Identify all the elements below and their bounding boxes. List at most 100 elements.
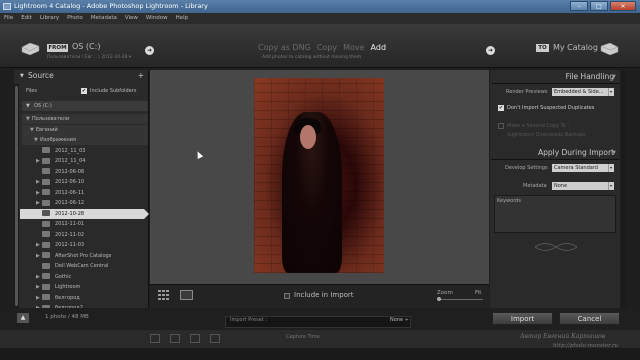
folder-label: 2012-11-01 bbox=[55, 221, 85, 227]
folder-label: 2012-06-10 bbox=[55, 179, 85, 185]
menu-window[interactable]: Window bbox=[146, 13, 168, 24]
menu-help[interactable]: Help bbox=[176, 13, 189, 24]
folder-label: 2012-06-11 bbox=[55, 189, 85, 196]
keywords-label: Keywords bbox=[497, 198, 521, 204]
zoom-slider-thumb[interactable] bbox=[437, 297, 441, 301]
dont-import-duplicates-checkbox[interactable]: ✔ bbox=[498, 105, 504, 111]
mode-move[interactable]: Move bbox=[343, 43, 364, 52]
folder-row[interactable]: 2012-10-28 bbox=[36, 209, 84, 219]
source-scrollbar[interactable] bbox=[14, 84, 19, 308]
render-previews-select[interactable]: Embedded & Side... ▾ bbox=[552, 88, 614, 96]
filmstrip-survey-icon[interactable] bbox=[210, 334, 220, 343]
folder-row[interactable]: ▶ белгород bbox=[36, 293, 80, 303]
folder-row[interactable]: ▶ Gothic bbox=[36, 272, 71, 282]
arrow-right-icon: ➜ bbox=[486, 46, 495, 55]
window-controls: – □ ✕ bbox=[570, 1, 636, 12]
catalog-drive-icon bbox=[600, 42, 619, 56]
menu-library[interactable]: Library bbox=[40, 13, 59, 24]
folder-row[interactable]: ▶ 2012-06-10 bbox=[36, 177, 84, 187]
folder-label: 2012-06-08 bbox=[55, 168, 85, 175]
loupe-view-icon[interactable] bbox=[180, 290, 193, 300]
render-previews-label: Render Previews bbox=[506, 89, 548, 95]
import-preset-select[interactable]: None ÷ bbox=[390, 317, 409, 323]
develop-settings-label: Develop Settings bbox=[505, 165, 548, 171]
folder-row[interactable]: ▶ 2012-11-03 bbox=[36, 240, 84, 250]
filmstrip-sort-label[interactable]: Capture Time bbox=[286, 334, 320, 340]
import-mode-tabs: Copy as DNG Copy Move Add bbox=[258, 43, 386, 52]
right-scrollbar[interactable] bbox=[621, 70, 626, 308]
file-handling-header[interactable]: File Handling bbox=[0, 72, 614, 81]
folder-icon bbox=[42, 157, 50, 164]
folder-row[interactable]: 2012-11-02 bbox=[36, 230, 84, 240]
mode-copy-as-dng[interactable]: Copy as DNG bbox=[258, 43, 311, 52]
folder-label: AfterShot Pro Catalogs bbox=[55, 252, 112, 259]
folder-icon bbox=[42, 168, 50, 174]
dont-import-duplicates-label: Don't Import Suspected Duplicates bbox=[507, 105, 595, 111]
folder-label: Пользователи bbox=[32, 116, 70, 122]
import-button[interactable]: Import bbox=[492, 312, 553, 325]
files-label: Files bbox=[26, 88, 37, 94]
mode-description: Add photos to catalog without moving the… bbox=[262, 55, 362, 60]
from-badge: FROM bbox=[47, 44, 68, 52]
filmstrip-grid-icon[interactable] bbox=[150, 334, 160, 343]
menu-view[interactable]: View bbox=[125, 13, 138, 24]
window-title: Lightroom 4 Catalog - Adobe Photoshop Li… bbox=[14, 2, 208, 10]
mode-copy[interactable]: Copy bbox=[317, 43, 337, 52]
grid-view-icon[interactable] bbox=[158, 290, 170, 300]
path-row[interactable]: ▼ Пользователи bbox=[26, 114, 69, 124]
zoom-slider[interactable] bbox=[437, 299, 483, 300]
source-selector[interactable]: OS (C:) bbox=[72, 42, 100, 51]
folder-icon bbox=[42, 189, 50, 195]
selected-folder-pointer bbox=[144, 208, 149, 219]
maximize-button[interactable]: □ bbox=[590, 1, 608, 11]
collapse-triangle-icon: ▼ bbox=[612, 74, 616, 80]
include-in-import-checkbox[interactable] bbox=[284, 293, 290, 299]
mode-add[interactable]: Add bbox=[371, 43, 387, 52]
menu-metadata[interactable]: Metadata bbox=[91, 13, 117, 24]
cancel-button[interactable]: Cancel bbox=[559, 312, 620, 325]
drive-label: OS (C:) bbox=[34, 103, 52, 109]
folder-row[interactable]: Dell WebCam Central bbox=[36, 261, 108, 271]
folder-icon bbox=[42, 199, 50, 206]
filmstrip-loupe-icon[interactable] bbox=[170, 334, 180, 343]
folder-icon bbox=[42, 283, 50, 290]
metadata-select[interactable]: None ▾ bbox=[552, 182, 614, 190]
folder-row[interactable]: ▶ 2012-06-11 bbox=[36, 188, 84, 198]
title-bar: Lightroom 4 Catalog - Adobe Photoshop Li… bbox=[0, 0, 640, 13]
second-copy-label: Make a Second Copy To : bbox=[507, 123, 570, 129]
os-taskbar bbox=[0, 348, 640, 360]
menu-edit[interactable]: Edit bbox=[21, 13, 32, 24]
folder-row[interactable]: 2012-11-01 bbox=[36, 219, 84, 229]
folder-row[interactable]: ▶ Lightroom bbox=[36, 282, 80, 292]
path-row[interactable]: ▼ Изображения bbox=[34, 135, 76, 145]
minimize-button[interactable]: – bbox=[570, 1, 588, 11]
filmstrip-compare-icon[interactable] bbox=[190, 334, 200, 343]
folder-label: 2012-06-12 bbox=[55, 200, 85, 206]
folder-icon bbox=[42, 294, 50, 300]
develop-settings-select[interactable]: Camera Standard ▾ bbox=[552, 164, 614, 172]
lightroom-app-icon bbox=[3, 3, 11, 10]
zoom-label: Zoom bbox=[437, 290, 453, 296]
folder-label: 2012-11-02 bbox=[55, 231, 85, 238]
folder-row[interactable]: ▶ 2012-06-12 bbox=[36, 198, 84, 208]
folder-row[interactable]: ▶ AfterShot Pro Catalogs bbox=[36, 251, 111, 261]
expand-up-icon[interactable]: ▲ bbox=[17, 313, 29, 323]
scroll-thumb[interactable] bbox=[15, 86, 18, 306]
folder-label: Изображения bbox=[40, 137, 76, 143]
path-row[interactable]: ▼ Евгений bbox=[30, 125, 58, 135]
folder-row[interactable]: ▶ 2012_11_04 bbox=[36, 156, 85, 166]
menu-photo[interactable]: Photo bbox=[67, 13, 83, 24]
folder-label: 2012_11_04 bbox=[55, 158, 86, 164]
panel-end-ornament-icon bbox=[534, 243, 578, 251]
second-copy-checkbox[interactable] bbox=[498, 123, 504, 129]
fit-label[interactable]: Fit bbox=[475, 290, 481, 296]
folder-label: Lightroom bbox=[55, 284, 81, 290]
folder-row[interactable]: 2012-06-08 bbox=[36, 167, 84, 177]
folder-label: белгород bbox=[55, 294, 80, 301]
include-subfolders-checkbox[interactable]: ✔ bbox=[81, 88, 87, 94]
close-button[interactable]: ✕ bbox=[610, 1, 636, 11]
apply-during-import-header[interactable]: Apply During Import bbox=[0, 148, 614, 157]
menu-file[interactable]: File bbox=[4, 13, 13, 24]
chevron-down-icon: ▾ bbox=[608, 182, 612, 190]
source-path[interactable]: Пользователи \ Евг... \ 2012-10-28 ▾ bbox=[47, 55, 131, 60]
